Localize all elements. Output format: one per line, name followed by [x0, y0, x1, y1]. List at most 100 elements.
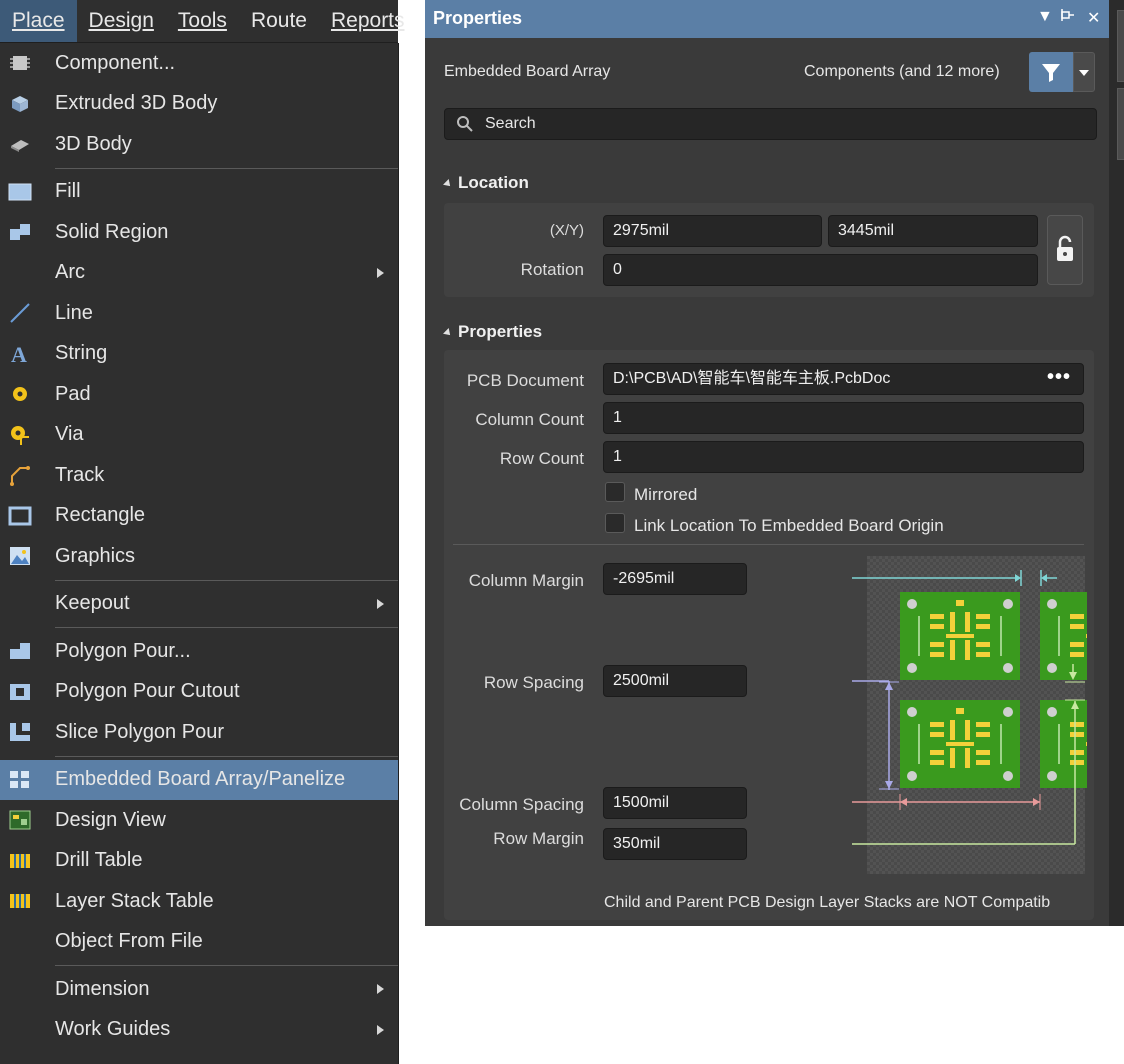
- side-dock-tab[interactable]: [1117, 88, 1124, 160]
- rectangle-icon: [8, 504, 32, 528]
- menu-reports[interactable]: Reports: [319, 0, 417, 42]
- y-field[interactable]: 3445mil: [828, 215, 1038, 247]
- pcb-document-field[interactable]: D:\PCB\AD\智能车\智能车主板.PcbDoc: [603, 363, 1084, 395]
- menu-item-string[interactable]: A String: [0, 334, 398, 375]
- column-count-field[interactable]: 1: [603, 402, 1084, 434]
- collapse-triangle-icon: [443, 178, 453, 189]
- search-icon: [457, 116, 473, 132]
- menu-item-drill-table[interactable]: Drill Table: [0, 841, 398, 882]
- menu-bar: Place Design Tools Route Reports: [0, 0, 405, 43]
- pad-icon: [8, 382, 32, 406]
- menu-item-line[interactable]: Line: [0, 293, 398, 334]
- row-count-label: Row Count: [499, 449, 584, 468]
- menu-item-label: Work Guides: [55, 1018, 171, 1041]
- submenu-arrow-icon: [377, 267, 384, 278]
- column-spacing-field[interactable]: 1500mil: [603, 787, 747, 819]
- menu-item-label: Embedded Board Array/Panelize: [55, 768, 346, 791]
- menu-separator: [0, 165, 398, 172]
- location-section-header[interactable]: Location: [443, 173, 529, 193]
- x-field[interactable]: 2975mil: [603, 215, 822, 247]
- lock-button[interactable]: [1047, 215, 1083, 285]
- menu-item-extruded-3d-body[interactable]: Extruded 3D Body: [0, 84, 398, 125]
- menu-item-via[interactable]: Via: [0, 415, 398, 456]
- menu-item-component[interactable]: Component...: [0, 43, 398, 84]
- column-margin-label: Column Margin: [468, 571, 584, 590]
- line-icon: [8, 301, 32, 325]
- menu-place[interactable]: Place: [0, 0, 77, 42]
- panel-header: Properties ▼ ✕: [425, 0, 1109, 38]
- menu-separator: [0, 962, 398, 969]
- link-location-checkbox[interactable]: [605, 513, 625, 533]
- filter-button[interactable]: [1029, 52, 1073, 92]
- row-count-field[interactable]: 1: [603, 441, 1084, 473]
- drill-table-icon: [8, 849, 32, 873]
- slice-polygon-pour-icon: [8, 720, 32, 744]
- string-icon: A: [8, 342, 32, 366]
- row-spacing-field[interactable]: 2500mil: [603, 665, 747, 697]
- menu-item-fill[interactable]: Fill: [0, 172, 398, 213]
- search-input[interactable]: Search: [444, 108, 1097, 140]
- submenu-arrow-icon: [377, 984, 384, 995]
- menu-item-label: Rectangle: [55, 504, 146, 527]
- side-dock-strip: [1109, 0, 1124, 926]
- menu-item-graphics[interactable]: Graphics: [0, 536, 398, 577]
- menu-item-label: Graphics: [55, 544, 136, 567]
- menu-item-label: Keepout: [55, 592, 130, 615]
- side-dock-tab[interactable]: [1117, 10, 1124, 82]
- chevron-down-icon: [1079, 70, 1089, 76]
- mirrored-label: Mirrored: [634, 485, 698, 504]
- graphics-icon: [8, 544, 32, 568]
- menu-item-label: Fill: [55, 180, 81, 203]
- menu-item-design-view[interactable]: Design View: [0, 800, 398, 841]
- menu-item-label: Component...: [55, 51, 176, 74]
- column-spacing-label: Column Spacing: [459, 795, 584, 814]
- menu-item-arc[interactable]: Arc: [0, 253, 398, 294]
- filter-dropdown-button[interactable]: [1073, 52, 1095, 92]
- via-icon: [8, 423, 32, 447]
- properties-panel: Properties ▼ ✕ Embedded Board Array Comp…: [425, 0, 1109, 926]
- menu-item-object-from-file[interactable]: Object From File: [0, 922, 398, 963]
- object-type-label: Embedded Board Array: [444, 63, 611, 80]
- menu-item-solid-region[interactable]: Solid Region: [0, 212, 398, 253]
- menu-route[interactable]: Route: [239, 0, 319, 42]
- close-icon[interactable]: ✕: [1087, 8, 1100, 28]
- filter-icon: [1042, 64, 1060, 82]
- menu-tools[interactable]: Tools: [166, 0, 239, 42]
- menu-item-label: Object From File: [55, 930, 203, 953]
- menu-item-work-guides[interactable]: Work Guides: [0, 1010, 398, 1051]
- menu-item-polygon-pour[interactable]: Polygon Pour...: [0, 631, 398, 672]
- menu-item-dimension[interactable]: Dimension: [0, 969, 398, 1010]
- mirrored-checkbox[interactable]: [605, 482, 625, 502]
- menu-item-pad[interactable]: Pad: [0, 374, 398, 415]
- menu-item-embedded-board-array[interactable]: Embedded Board Array/Panelize: [0, 759, 398, 800]
- properties-section-header[interactable]: Properties: [443, 322, 542, 342]
- menu-item-label: Extruded 3D Body: [55, 92, 218, 115]
- pin-icon[interactable]: [1061, 8, 1075, 27]
- unlock-icon: [1057, 235, 1073, 261]
- menu-item-track[interactable]: Track: [0, 455, 398, 496]
- menu-item-label: Polygon Pour Cutout: [55, 680, 240, 703]
- fill-icon: [8, 180, 32, 204]
- menu-item-3d-body[interactable]: 3D Body: [0, 124, 398, 165]
- menu-item-label: Arc: [55, 261, 85, 284]
- component-icon: [8, 51, 32, 75]
- menu-item-label: Solid Region: [55, 220, 169, 243]
- menu-item-label: Dimension: [55, 977, 150, 1000]
- menu-item-polygon-pour-cutout[interactable]: Polygon Pour Cutout: [0, 672, 398, 713]
- menu-separator: [0, 753, 398, 760]
- menu-item-keepout[interactable]: Keepout: [0, 584, 398, 625]
- more-options-icon[interactable]: •••: [1047, 366, 1071, 389]
- menu-item-label: Line: [55, 301, 93, 324]
- menu-item-layer-stack-table[interactable]: Layer Stack Table: [0, 881, 398, 922]
- row-margin-field[interactable]: 350mil: [603, 828, 747, 860]
- xy-label: (X/Y): [549, 222, 584, 239]
- filter-summary[interactable]: Components (and 12 more): [804, 63, 1000, 81]
- column-margin-field[interactable]: -2695mil: [603, 563, 747, 595]
- menu-item-slice-polygon-pour[interactable]: Slice Polygon Pour: [0, 712, 398, 753]
- rotation-field[interactable]: 0: [603, 254, 1038, 286]
- menu-item-rectangle[interactable]: Rectangle: [0, 496, 398, 537]
- design-view-icon: [8, 808, 32, 832]
- menu-design[interactable]: Design: [77, 0, 166, 42]
- menu-item-label: Track: [55, 463, 105, 486]
- panel-menu-icon[interactable]: ▼: [1037, 8, 1053, 26]
